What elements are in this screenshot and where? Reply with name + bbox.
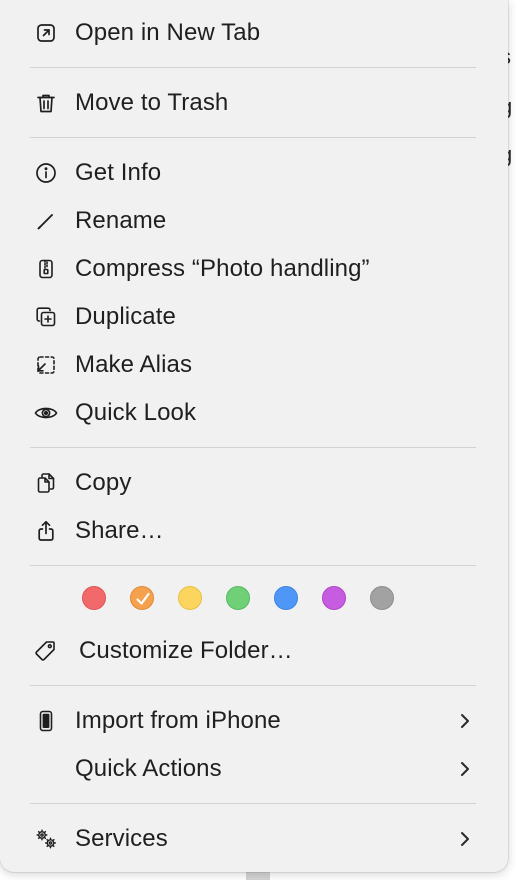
copy-icon — [33, 470, 59, 496]
menu-separator — [30, 67, 476, 68]
menu-item-import-from-iphone[interactable]: Import from iPhone — [0, 699, 508, 743]
menu-item-label: Move to Trash — [75, 89, 229, 116]
menu-item-label: Make Alias — [75, 351, 193, 378]
menu-item-label: Share… — [75, 517, 164, 544]
chevron-right-icon — [461, 714, 469, 728]
tag-orange[interactable] — [130, 586, 154, 610]
menu-separator — [30, 565, 476, 566]
menu-item-services[interactable]: Services — [0, 817, 508, 861]
menu-item-label: Quick Look — [75, 399, 197, 426]
menu-item-label: Import from iPhone — [75, 707, 281, 734]
menu-item-quick-look[interactable]: Quick Look — [0, 391, 508, 435]
iphone-icon — [33, 708, 59, 734]
share-icon — [33, 518, 59, 544]
menu-item-label: Open in New Tab — [75, 19, 261, 46]
alias-icon — [33, 352, 59, 378]
duplicate-icon — [33, 304, 59, 330]
tag-red[interactable] — [82, 586, 106, 610]
menu-separator — [30, 137, 476, 138]
tag-icon — [32, 638, 58, 664]
tag-green[interactable] — [226, 586, 250, 610]
menu-item-label: Rename — [75, 207, 167, 234]
tag-yellow[interactable] — [178, 586, 202, 610]
menu-item-label: Quick Actions — [75, 755, 222, 782]
menu-separator — [30, 685, 476, 686]
menu-item-label: Get Info — [75, 159, 162, 186]
menu-item-duplicate[interactable]: Duplicate — [0, 295, 508, 339]
chevron-right-icon — [461, 762, 469, 776]
context-menu: Open in New Tab Move to Trash Get Info R… — [0, 0, 508, 872]
color-tags-row — [80, 586, 410, 616]
tag-blue[interactable] — [274, 586, 298, 610]
menu-item-label: Duplicate — [75, 303, 176, 330]
menu-item-quick-actions[interactable]: Quick Actions — [0, 747, 508, 791]
menu-item-make-alias[interactable]: Make Alias — [0, 343, 508, 387]
menu-item-get-info[interactable]: Get Info — [0, 151, 508, 195]
tag-gray[interactable] — [370, 586, 394, 610]
menu-item-share[interactable]: Share… — [0, 509, 508, 553]
menu-item-label: Services — [75, 825, 168, 852]
menu-item-move-to-trash[interactable]: Move to Trash — [0, 81, 508, 125]
zip-archive-icon — [33, 256, 59, 282]
chevron-right-icon — [461, 832, 469, 846]
eye-icon — [33, 400, 59, 426]
menu-item-customize-folder[interactable]: Customize Folder… — [0, 629, 508, 673]
menu-item-label: Compress “Photo handling” — [75, 255, 370, 282]
menu-item-compress[interactable]: Compress “Photo handling” — [0, 247, 508, 291]
menu-item-open-in-new-tab[interactable]: Open in New Tab — [0, 11, 508, 55]
menu-item-label: Copy — [75, 469, 132, 496]
trash-icon — [33, 90, 59, 116]
menu-item-copy[interactable]: Copy — [0, 461, 508, 505]
checkmark-icon — [136, 592, 150, 605]
gears-icon — [33, 826, 59, 852]
open-in-new-tab-icon — [33, 20, 59, 46]
info-icon — [33, 160, 59, 186]
menu-separator — [30, 447, 476, 448]
menu-separator — [30, 803, 476, 804]
menu-item-rename[interactable]: Rename — [0, 199, 508, 243]
pencil-icon — [33, 208, 59, 234]
tag-purple[interactable] — [322, 586, 346, 610]
menu-item-label: Customize Folder… — [79, 637, 293, 664]
